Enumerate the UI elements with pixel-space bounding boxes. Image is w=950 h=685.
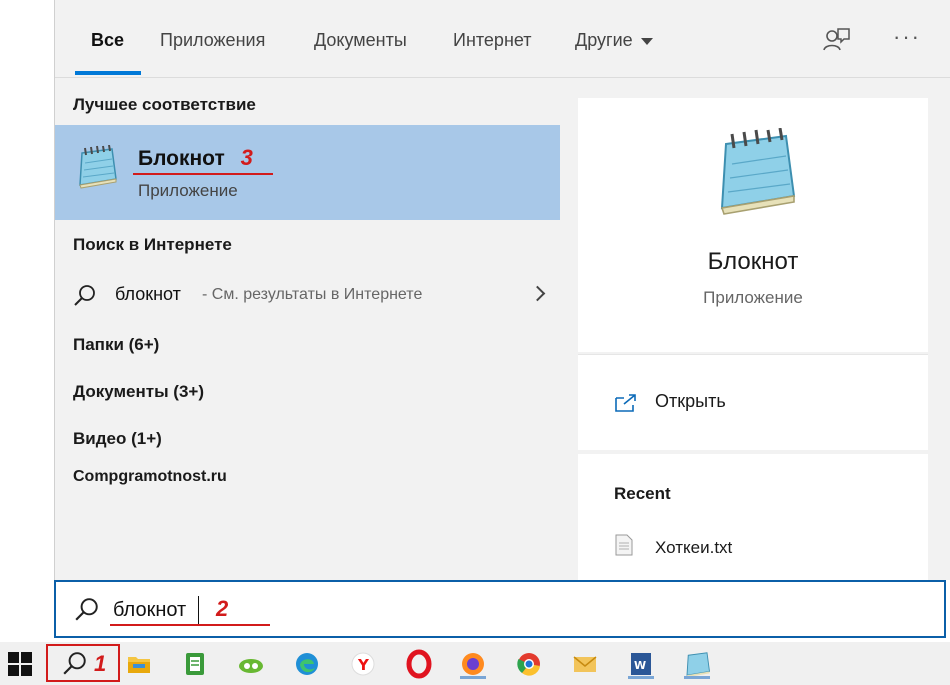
taskbar-search-button[interactable]: 1 (46, 644, 120, 682)
text-cursor (198, 596, 199, 624)
active-tab-indicator (75, 71, 141, 75)
preview-app-type: Приложение (703, 288, 803, 307)
annotation-1: 1 (94, 651, 107, 676)
chrome-icon[interactable] (514, 649, 544, 679)
notepad-icon (79, 145, 117, 189)
results-list: Лучшее соответствие Блокнот 3 Приложение… (55, 78, 560, 580)
running-indicator (684, 676, 710, 679)
preview-pane: Блокнот Приложение Открыть Recent Хоткеи… (578, 98, 928, 580)
notes-app-icon[interactable] (180, 649, 210, 679)
cloud-app-icon[interactable] (236, 649, 266, 679)
best-match-item[interactable]: Блокнот 3 Приложение (55, 125, 560, 220)
best-match-name-text: Блокнот (138, 147, 225, 170)
notepad-large-icon (720, 128, 796, 215)
file-explorer-icon[interactable] (124, 649, 154, 679)
search-input-value: блокнот (113, 599, 187, 621)
category-folders[interactable]: Папки (6+) (73, 335, 159, 355)
category-documents[interactable]: Документы (3+) (73, 382, 204, 402)
best-match-heading: Лучшее соответствие (73, 95, 256, 114)
word-icon[interactable]: W (626, 649, 656, 679)
app-preview-card: Блокнот Приложение (578, 98, 928, 352)
search-icon (63, 652, 86, 675)
category-videos[interactable]: Видео (1+) (73, 429, 162, 449)
annotation-3: 3 (240, 145, 253, 170)
svg-text:W: W (634, 659, 646, 672)
annotation-2: 2 (216, 596, 229, 621)
annotation-underline-2 (110, 624, 270, 626)
best-match-type: Приложение (138, 181, 238, 200)
edge-icon[interactable] (292, 649, 322, 679)
web-result-term: блокнот (115, 284, 181, 304)
windows-start-icon[interactable] (8, 652, 32, 676)
search-panel: Все Приложения Документы Интернет Другие… (54, 0, 950, 580)
open-icon (615, 394, 636, 412)
search-icon (74, 285, 95, 306)
feedback-icon (823, 28, 850, 51)
caret-down-icon (640, 37, 653, 45)
search-input[interactable]: блокнот 2 (54, 580, 946, 638)
tab-other[interactable]: Другие (575, 30, 653, 50)
svg-text:Y: Y (357, 656, 370, 674)
search-icon (75, 598, 98, 621)
open-label: Открыть (655, 391, 726, 411)
chevron-right-icon[interactable] (529, 285, 546, 302)
opera-icon[interactable] (404, 649, 434, 679)
text-file-icon (615, 534, 633, 556)
running-indicator (628, 676, 654, 679)
tab-bar: Все Приложения Документы Интернет Другие… (55, 0, 950, 78)
best-match-name: Блокнот 3 (138, 145, 253, 171)
tab-documents[interactable]: Документы (314, 30, 407, 50)
annotation-underline-3 (133, 173, 273, 175)
category-website[interactable]: Compgramotnost.ru (73, 468, 227, 486)
mail-icon[interactable] (570, 649, 600, 679)
feedback-button[interactable] (821, 26, 853, 54)
recent-heading: Recent (614, 484, 671, 503)
tab-apps[interactable]: Приложения (160, 30, 265, 50)
recent-card: Recent Хоткеи.txt (578, 454, 928, 580)
open-action[interactable]: Открыть (578, 354, 928, 450)
web-result-hint: - См. результаты в Интернете (202, 286, 423, 303)
web-result-row[interactable]: блокнот - См. результаты в Интернете (73, 282, 546, 310)
firefox-icon[interactable] (458, 649, 488, 679)
yandex-browser-icon[interactable]: Y (348, 649, 378, 679)
running-indicator (460, 676, 486, 679)
web-search-heading: Поиск в Интернете (73, 235, 232, 254)
tab-all[interactable]: Все (91, 30, 124, 50)
tab-other-label: Другие (575, 30, 633, 50)
tab-internet[interactable]: Интернет (453, 30, 532, 50)
more-options-button[interactable]: ··· (893, 24, 921, 50)
preview-app-name: Блокнот (707, 248, 799, 275)
notepad-taskbar-icon[interactable] (682, 649, 712, 679)
recent-file-item[interactable]: Хоткеи.txt (655, 538, 732, 558)
taskbar: 1 Y W (0, 642, 950, 685)
